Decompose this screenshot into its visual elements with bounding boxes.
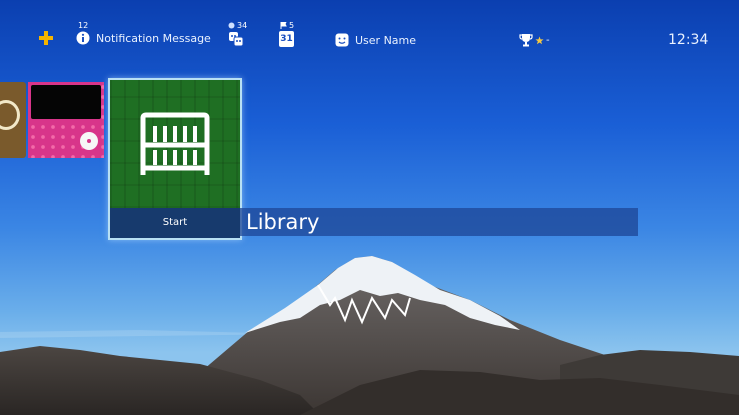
notification-count: 12: [78, 21, 89, 30]
top-status-bar: 12 Notification Message 34 5 31 User Nam…: [0, 0, 739, 62]
user-profile-button[interactable]: User Name: [335, 33, 416, 47]
app-tile-game[interactable]: [28, 82, 104, 158]
friends-button[interactable]: [228, 31, 244, 47]
star-icon: [535, 35, 544, 44]
trophy-level: -: [546, 34, 550, 46]
trophy-icon: [519, 34, 533, 47]
friends-count: 34: [237, 21, 248, 30]
events-button[interactable]: 31: [279, 31, 294, 47]
friends-count-wrap: 34: [228, 21, 247, 30]
flag-icon: [280, 22, 287, 29]
events-count-wrap: 5: [280, 21, 294, 30]
app-tile-partial[interactable]: [0, 82, 26, 158]
notification-button[interactable]: Notification Message: [76, 31, 211, 45]
user-name: User Name: [355, 33, 417, 47]
plus-icon: [39, 31, 53, 45]
clock: 12:34: [668, 32, 709, 48]
tile-art-screen: [31, 85, 101, 119]
library-tile[interactable]: Start: [108, 78, 242, 240]
calendar-icon: 31: [279, 31, 294, 47]
online-dot-icon: [228, 22, 235, 29]
notification-label: Notification Message: [96, 31, 211, 45]
library-tile-art: [110, 80, 240, 208]
trophy-button[interactable]: -: [519, 33, 550, 47]
library-title: Library: [246, 210, 320, 234]
avatar-icon: [335, 33, 349, 47]
info-icon: [76, 31, 90, 45]
ps-plus-icon[interactable]: [38, 30, 54, 46]
library-start-label[interactable]: Start: [110, 208, 240, 238]
shelf-icon: [140, 112, 210, 175]
calendar-day: 31: [280, 34, 293, 44]
disc-icon: [80, 132, 98, 150]
events-count: 5: [289, 21, 295, 30]
friends-icon: [229, 32, 244, 47]
swirl-icon: [0, 100, 20, 130]
